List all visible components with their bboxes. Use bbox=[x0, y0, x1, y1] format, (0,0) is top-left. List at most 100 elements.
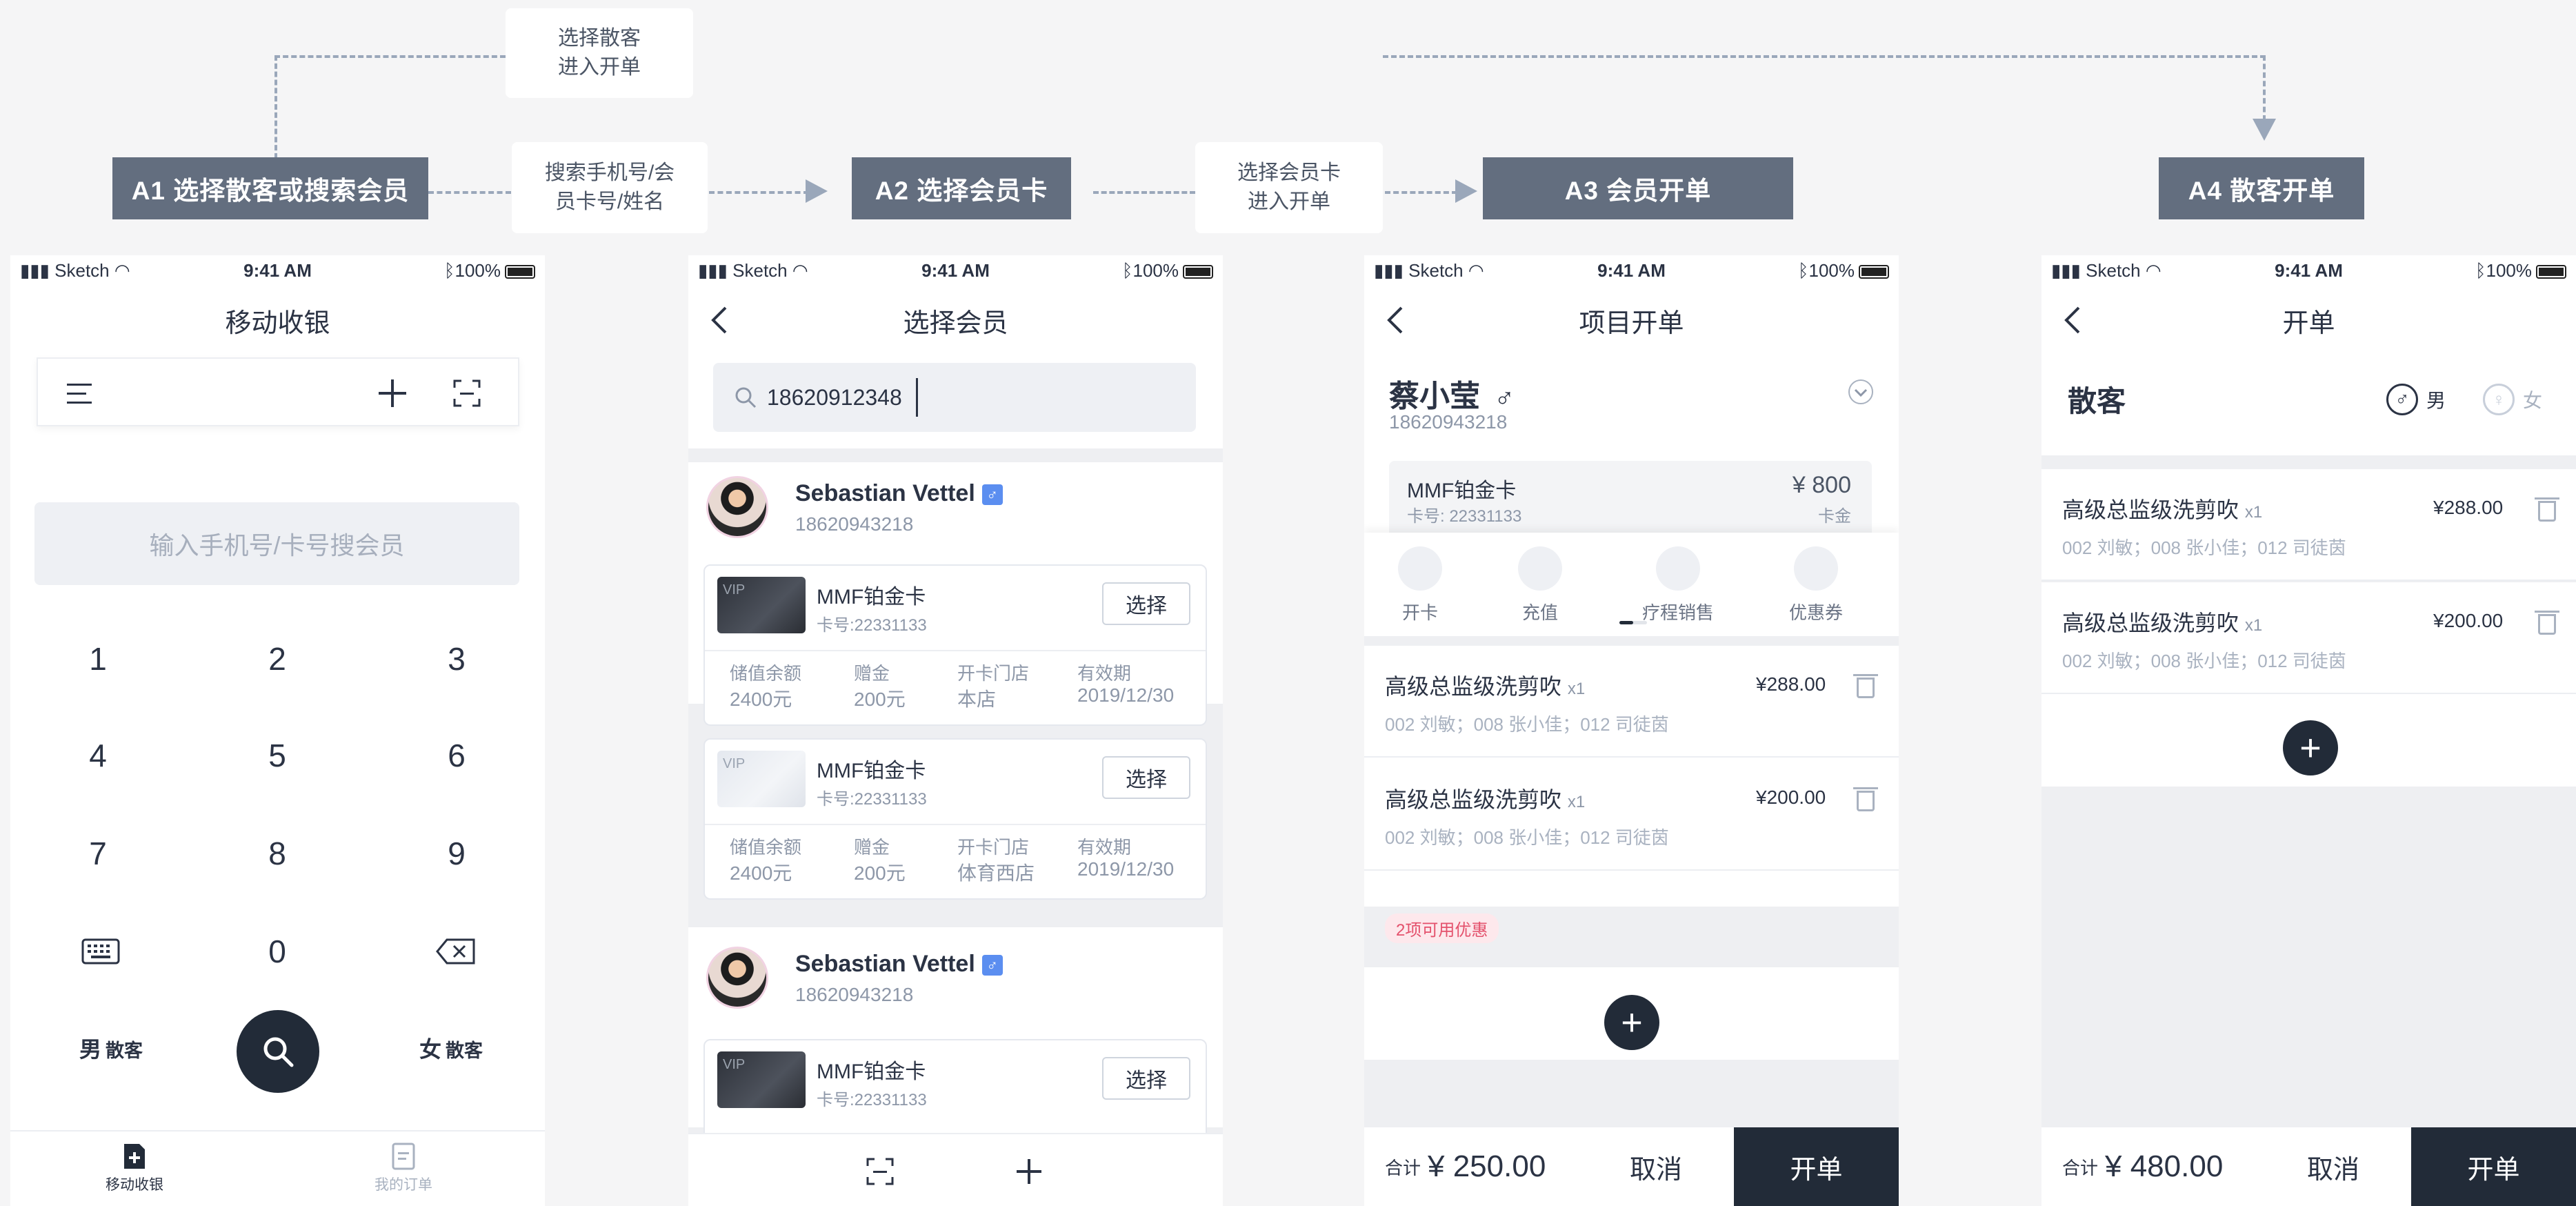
line-a1-a2-left bbox=[428, 191, 511, 194]
member-card[interactable]: VIP MMF铂金卡 卡号:22331133 选择 储值余额 赠金 开卡门店 有… bbox=[703, 738, 1207, 900]
page-title: 选择会员 bbox=[903, 308, 1008, 338]
member-search-field[interactable]: 18620912348 bbox=[713, 363, 1196, 432]
line-a2-a3-left bbox=[1093, 191, 1195, 194]
order-item[interactable]: 高级总监级洗剪吹 x1 002 刘敏；008 张小佳；012 司徒茵 ¥200.… bbox=[2041, 582, 2576, 694]
menu-icon[interactable] bbox=[66, 381, 93, 406]
key-2[interactable]: 2 bbox=[243, 640, 312, 678]
status-bar: ▮▮▮ Sketch ◠ 9:41 AM ᛒ100% bbox=[688, 255, 1223, 286]
text-cursor bbox=[915, 378, 918, 417]
keyboard-icon[interactable] bbox=[81, 938, 120, 965]
card-image: VIP bbox=[717, 577, 806, 633]
nav-bar: 开单 bbox=[2041, 286, 2576, 355]
scan-icon[interactable] bbox=[453, 379, 481, 407]
search-icon bbox=[263, 1037, 294, 1067]
scan-icon[interactable] bbox=[866, 1158, 894, 1185]
card-number: 卡号:22331133 bbox=[817, 790, 927, 809]
screen-member-order: ▮▮▮ Sketch ◠ 9:41 AM ᛒ100% 项目开单 蔡小莹 ♂ 18… bbox=[1364, 255, 1899, 1206]
trash-icon[interactable] bbox=[1853, 787, 1878, 811]
arrow-to-a2-icon bbox=[806, 179, 828, 203]
male-walkin-button[interactable]: 男散客 bbox=[79, 1032, 143, 1064]
back-icon[interactable] bbox=[2062, 305, 2083, 335]
female-walkin-button[interactable]: 女散客 bbox=[419, 1032, 483, 1064]
backspace-icon[interactable] bbox=[436, 938, 476, 965]
screen-walkin-order: ▮▮▮ Sketch ◠ 9:41 AM ᛒ100% 开单 散客 ♂ 男 ♀ 女 高… bbox=[2041, 255, 2576, 1206]
orders-icon bbox=[392, 1143, 415, 1170]
open-card-icon bbox=[1398, 546, 1442, 591]
stage-a1: A1 选择散客或搜索会员 bbox=[112, 157, 428, 219]
loop-line-left bbox=[274, 55, 277, 159]
key-1[interactable]: 1 bbox=[63, 640, 132, 678]
key-7[interactable]: 7 bbox=[63, 835, 132, 872]
add-icon[interactable] bbox=[1015, 1158, 1043, 1185]
wifi-icon: ◠ bbox=[114, 259, 130, 281]
back-icon[interactable] bbox=[709, 305, 730, 335]
member-card[interactable]: VIP MMF铂金卡 卡号:22331133 选择 储值余额 赠金 开卡门店 有… bbox=[703, 564, 1207, 726]
select-button[interactable]: 选择 bbox=[1102, 756, 1190, 799]
key-6[interactable]: 6 bbox=[422, 737, 491, 774]
document-add-icon bbox=[124, 1144, 145, 1169]
line-a1-a2-right bbox=[709, 191, 809, 194]
trash-icon[interactable] bbox=[2535, 611, 2559, 635]
cancel-button[interactable]: 取消 bbox=[2255, 1127, 2411, 1206]
key-4[interactable]: 4 bbox=[63, 737, 132, 774]
member-name: Sebastian Vettel ♂ bbox=[795, 951, 1003, 978]
submit-order-button[interactable]: 开单 bbox=[2411, 1127, 2576, 1206]
cancel-button[interactable]: 取消 bbox=[1578, 1127, 1734, 1206]
note-select-card: 选择会员卡 进入开单 bbox=[1195, 142, 1383, 233]
bluetooth-icon: ᛒ bbox=[1121, 259, 1133, 281]
loop-line-top-left bbox=[274, 55, 506, 58]
status-bar: ▮▮▮ Sketch ◠ 9:41 AM ᛒ100% bbox=[2041, 255, 2576, 286]
key-3[interactable]: 3 bbox=[422, 640, 491, 678]
key-9[interactable]: 9 bbox=[422, 835, 491, 872]
stage-a2: A2 选择会员卡 bbox=[852, 157, 1071, 219]
key-0[interactable]: 0 bbox=[243, 933, 312, 970]
search-button[interactable] bbox=[237, 1010, 319, 1093]
promo-badge[interactable]: 2项可用优惠 bbox=[1385, 913, 1499, 943]
arrow-to-a3-icon bbox=[1455, 179, 1477, 203]
add-item-button[interactable]: + bbox=[2283, 720, 2338, 775]
female-icon: ♀ bbox=[2483, 384, 2515, 415]
avatar bbox=[706, 947, 768, 1009]
order-item[interactable]: 高级总监级洗剪吹 x1 002 刘敏；008 张小佳；012 司徒茵 ¥200.… bbox=[1364, 759, 1899, 871]
key-5[interactable]: 5 bbox=[243, 737, 312, 774]
action-recharge[interactable]: 充值 bbox=[1509, 546, 1571, 624]
signal-icon: ▮▮▮ bbox=[698, 259, 733, 281]
trash-icon[interactable] bbox=[1853, 674, 1878, 698]
action-course-sale[interactable]: 疗程销售 bbox=[1633, 546, 1723, 624]
section-gap bbox=[1364, 952, 1899, 967]
submit-order-button[interactable]: 开单 bbox=[1734, 1127, 1899, 1206]
status-bar: ▮▮▮ Sketch ◠ 9:41 AM ᛒ100% bbox=[10, 255, 545, 286]
gender-female-option[interactable]: ♀ 女 bbox=[2483, 384, 2542, 415]
action-coupon[interactable]: 优惠券 bbox=[1778, 546, 1854, 624]
chevron-down-icon[interactable] bbox=[1847, 378, 1875, 406]
select-button[interactable]: 选择 bbox=[1102, 582, 1190, 625]
toolbar-card bbox=[37, 357, 519, 426]
total: 合计 ¥ 250.00 bbox=[1385, 1149, 1546, 1183]
back-icon[interactable] bbox=[1385, 305, 1406, 335]
male-icon: ♂ bbox=[981, 484, 1003, 506]
action-open-card[interactable]: 开卡 bbox=[1389, 546, 1451, 624]
add-icon: + bbox=[1621, 1002, 1643, 1043]
loop-line-top-right bbox=[1383, 55, 2266, 58]
add-icon: + bbox=[2299, 727, 2322, 769]
note-search: 搜索手机号/会 员卡号/姓名 bbox=[512, 142, 708, 233]
order-item[interactable]: 高级总监级洗剪吹 x1 002 刘敏；008 张小佳；012 司徒茵 ¥288.… bbox=[1364, 646, 1899, 758]
tab-mobile-checkout[interactable]: 移动收银 bbox=[86, 1143, 183, 1194]
member-name: 蔡小莹 ♂ bbox=[1389, 379, 1515, 413]
nav-bar: 移动收银 bbox=[10, 286, 545, 355]
page-title: 开单 bbox=[2282, 308, 2335, 338]
wifi-icon: ◠ bbox=[792, 259, 808, 281]
member-search-input[interactable]: 输入手机号/卡号搜会员 bbox=[34, 502, 519, 585]
select-button[interactable]: 选择 bbox=[1102, 1057, 1190, 1100]
avatar bbox=[706, 476, 768, 538]
bluetooth-icon: ᛒ bbox=[443, 259, 455, 281]
add-item-button[interactable]: + bbox=[1604, 995, 1659, 1050]
key-8[interactable]: 8 bbox=[243, 835, 312, 872]
gender-male-option[interactable]: ♂ 男 bbox=[2386, 384, 2446, 415]
card-name: MMF铂金卡 bbox=[817, 1060, 926, 1083]
battery-icon bbox=[505, 264, 535, 279]
order-item[interactable]: 高级总监级洗剪吹 x1 002 刘敏；008 张小佳；012 司徒茵 ¥288.… bbox=[2041, 469, 2576, 581]
add-icon[interactable] bbox=[377, 378, 408, 408]
trash-icon[interactable] bbox=[2535, 497, 2559, 522]
tab-my-orders[interactable]: 我的订单 bbox=[355, 1143, 452, 1194]
